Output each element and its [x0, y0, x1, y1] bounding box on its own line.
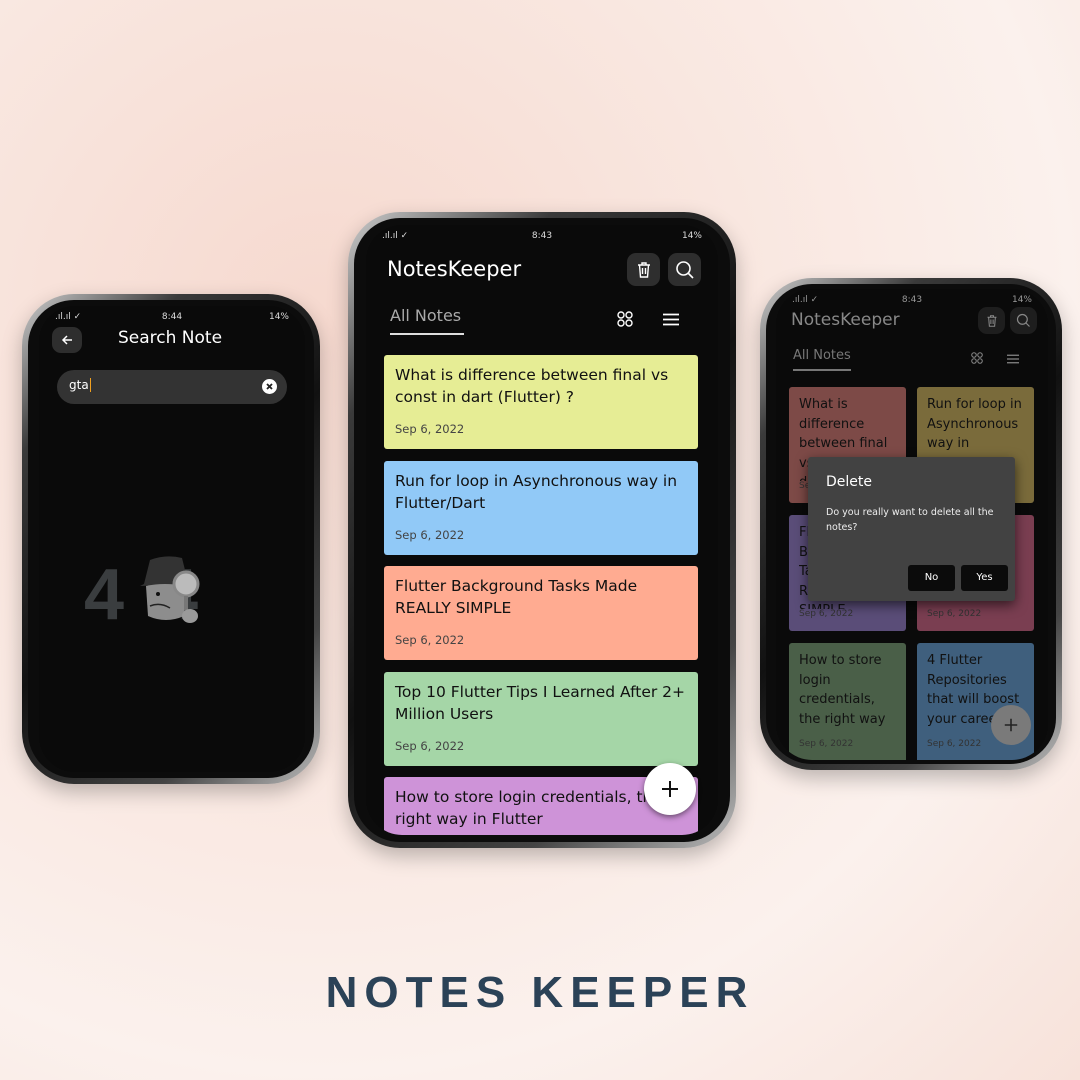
dialog-title: Delete	[826, 474, 872, 490]
plus-icon	[662, 781, 678, 797]
add-note-button[interactable]	[644, 763, 696, 815]
search-query: gta	[69, 378, 89, 392]
status-bar: .ıl.ıl ✓ 8:43 14%	[776, 295, 1048, 309]
note-date: Sep 6, 2022	[395, 527, 465, 542]
note-date: Sep 6, 2022	[927, 609, 982, 619]
grid-icon[interactable]	[617, 311, 633, 327]
delete-all-button[interactable]	[978, 307, 1005, 334]
note-title: How to store login credentials, the righ…	[799, 653, 886, 727]
notes-list-screen: .ıl.ıl ✓ 8:43 14% NotesKeeper All Notes Wh…	[366, 225, 718, 835]
note-card[interactable]: Flutter Background Tasks Made REALLY SIM…	[384, 566, 698, 660]
notes-grid-screen: .ıl.ıl ✓ 8:43 14% NotesKeeper All Notes Wh…	[776, 289, 1048, 760]
note-card[interactable]: What is difference between final vs cons…	[384, 355, 698, 449]
list-icon[interactable]	[663, 313, 679, 326]
add-note-button[interactable]	[991, 705, 1031, 745]
note-title: How to store login credentials, the righ…	[395, 788, 662, 829]
delete-dialog: Delete Do you really want to delete all …	[808, 457, 1015, 601]
note-title: Run for loop in Asynchronous way in Flut…	[395, 471, 678, 512]
search-button[interactable]	[1010, 307, 1037, 334]
list-icon[interactable]	[1007, 354, 1019, 364]
note-date: Sep 6, 2022	[395, 633, 465, 647]
status-battery: 14%	[268, 312, 289, 322]
app-title: NotesKeeper	[791, 310, 900, 330]
search-button[interactable]	[668, 253, 701, 286]
plus-icon	[1004, 718, 1018, 732]
clear-icon[interactable]	[262, 379, 277, 394]
note-card[interactable]: Top 10 Flutter Tips I Learned After 2+ M…	[384, 671, 698, 766]
page-title: Search Note	[118, 328, 223, 348]
not-found-illustration: 4 4	[84, 554, 264, 635]
tab-all-notes[interactable]: All Notes	[793, 348, 851, 371]
status-battery: 14%	[681, 231, 702, 241]
back-arrow-icon	[61, 335, 72, 345]
back-button[interactable]	[52, 327, 82, 353]
detective-icon	[140, 556, 200, 623]
status-bar: .ıl.ıl ✓ 8:44 14%	[39, 312, 305, 326]
note-date: Sep 6, 2022	[799, 609, 854, 619]
note-title: What is difference between final vs cons…	[395, 366, 669, 407]
note-card[interactable]: Run for loop in Asynchronous way in Flut…	[384, 460, 698, 555]
note-date: Sep 6, 2022	[799, 739, 854, 749]
search-input[interactable]: gta	[57, 370, 287, 404]
search-screen: .ıl.ıl ✓ 8:44 14% Search Note gta 4 4	[39, 306, 305, 772]
yes-button[interactable]: Yes	[961, 565, 1008, 591]
note-date: Sep 6, 2022	[927, 739, 982, 749]
tab-all-notes[interactable]: All Notes	[390, 306, 464, 335]
note-card[interactable]: How to store login credentials, the righ…	[789, 643, 906, 760]
brand-heading: NOTES KEEPER	[325, 968, 755, 1017]
grid-icon[interactable]	[971, 352, 983, 364]
trash-icon	[987, 314, 996, 327]
trash-icon	[637, 261, 650, 278]
app-title: NotesKeeper	[387, 257, 522, 281]
status-time: 8:43	[901, 295, 923, 305]
search-icon	[675, 260, 694, 279]
note-title: Top 10 Flutter Tips I Learned After 2+ M…	[395, 682, 686, 723]
dialog-message: Do you really want to delete all the not…	[826, 507, 994, 534]
status-time: 8:44	[161, 312, 183, 322]
status-time: 8:43	[531, 231, 553, 241]
search-icon	[1016, 313, 1030, 327]
delete-all-button[interactable]	[627, 253, 660, 286]
note-title: Flutter Background Tasks Made REALLY SIM…	[395, 577, 638, 618]
status-bar: .ıl.ıl ✓ 8:43 14%	[366, 231, 718, 245]
note-date: Sep 6, 2022	[395, 422, 465, 436]
note-date: Sep 6, 2022	[395, 738, 465, 753]
no-button[interactable]: No	[908, 565, 955, 591]
